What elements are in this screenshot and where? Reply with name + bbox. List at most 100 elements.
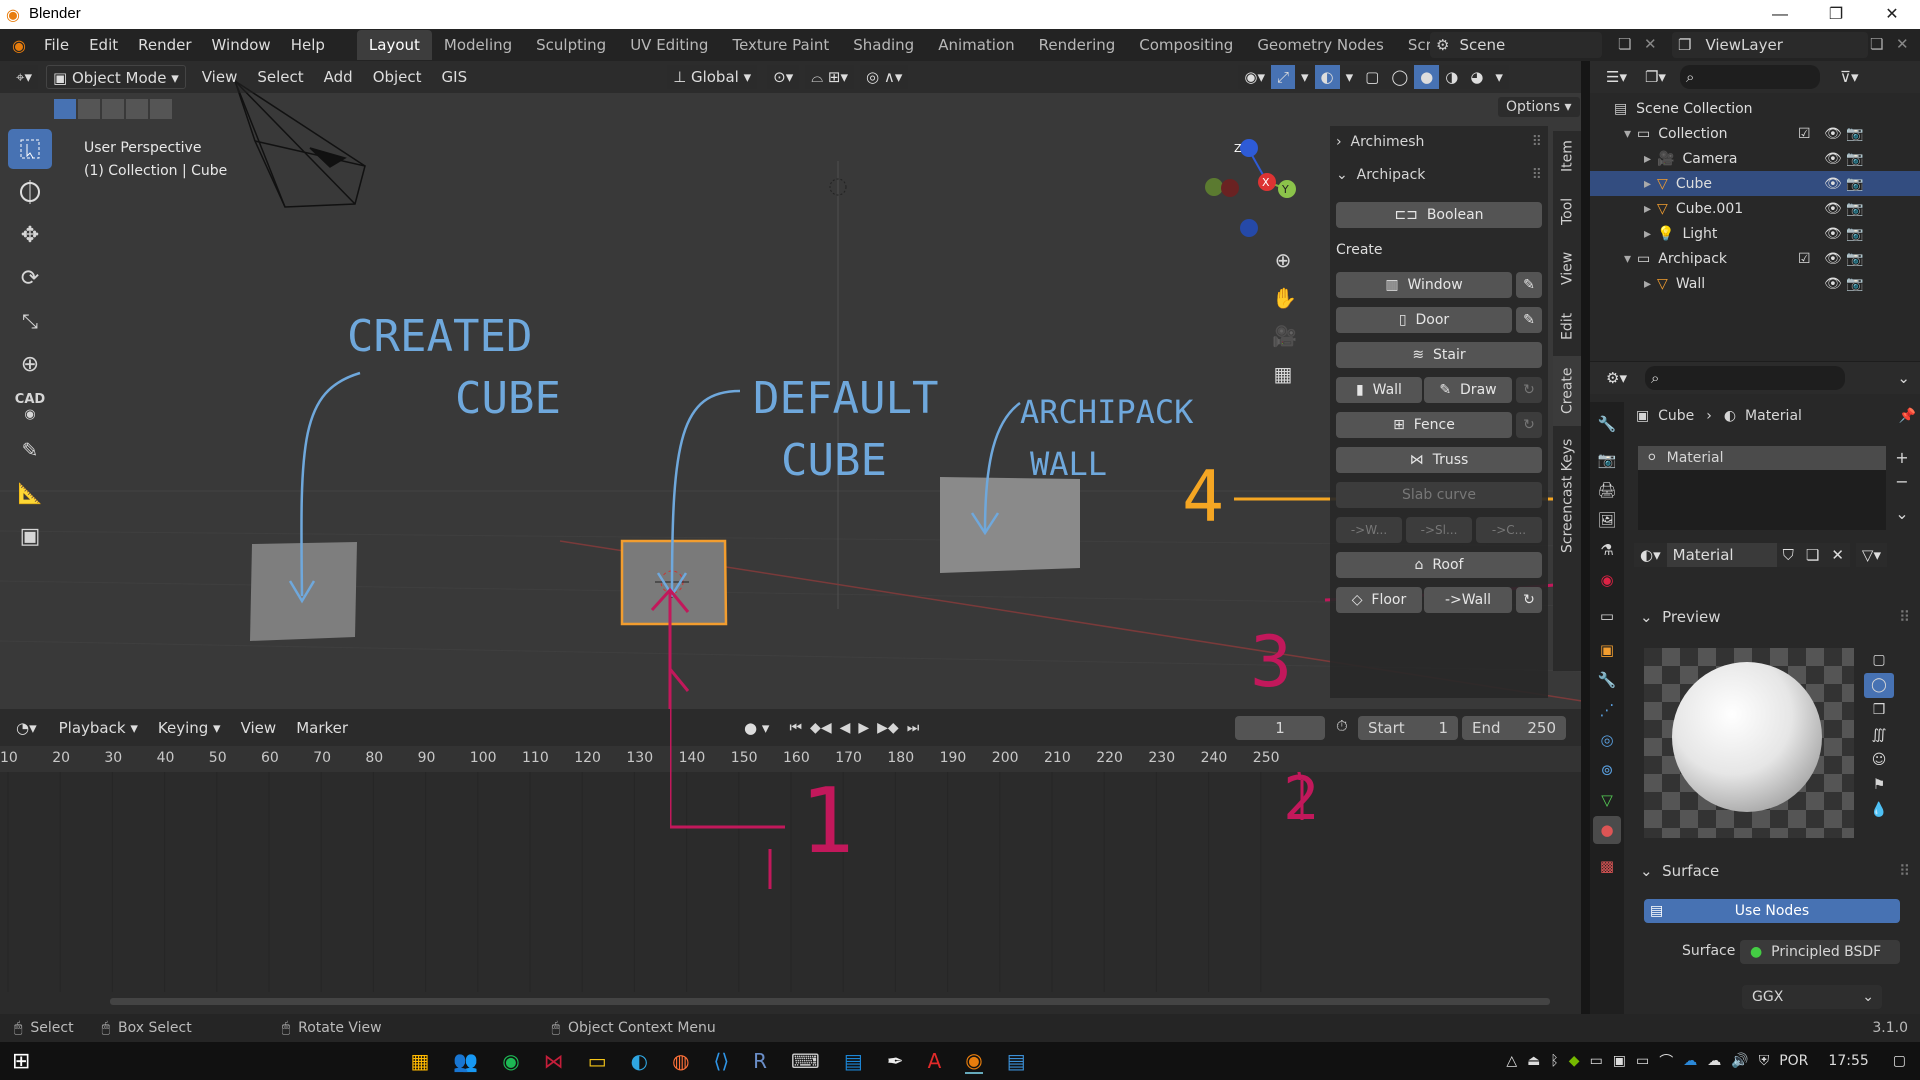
expand-toggle-icon[interactable]: ▸ — [1644, 176, 1651, 192]
outliner-row-cube[interactable]: ▸ ▽ Cube 👁 📷 — [1590, 171, 1920, 196]
material-name-field[interactable]: Material — [1666, 543, 1777, 567]
tab-rendering[interactable]: Rendering — [1027, 30, 1128, 60]
timeline-menu-playback[interactable]: Playback ▾ — [49, 712, 148, 744]
scale-tool-icon[interactable]: ⤡ — [8, 301, 52, 341]
viewport-menu-gis[interactable]: GIS — [432, 61, 478, 93]
teams-app-icon[interactable]: 👥 — [453, 1049, 478, 1073]
constraints-tab-icon[interactable]: ⊚ — [1593, 756, 1621, 784]
wireframe-shading-icon[interactable]: ◯ — [1385, 65, 1415, 89]
expand-toggle-icon[interactable]: ▸ — [1644, 151, 1651, 167]
texture-tab-icon[interactable]: ▩ — [1593, 852, 1621, 880]
exclude-checkbox-icon[interactable]: ☑ — [1798, 126, 1811, 142]
viewlayer-selector[interactable]: ❐ ViewLayer — [1672, 32, 1868, 58]
rotate-tool-icon[interactable]: ⟳ — [8, 258, 52, 298]
menu-help[interactable]: Help — [281, 29, 335, 61]
slot-specials-icon[interactable]: ⌄ — [1892, 502, 1912, 526]
tab-screencast-keys[interactable]: Screencast Keys — [1553, 431, 1582, 561]
usb-tray-icon[interactable]: ⏏ — [1527, 1053, 1540, 1069]
minimize-button[interactable]: — — [1752, 0, 1808, 29]
outliner-row-wall[interactable]: ▸ ▽ Wall 👁 📷 — [1590, 271, 1920, 296]
roof-button[interactable]: ⌂ Roof — [1336, 552, 1542, 578]
store-app-icon[interactable]: ▦ — [410, 1049, 429, 1073]
rendered-shading-icon[interactable]: ◕ — [1464, 65, 1490, 89]
render-visibility-icon[interactable]: 📷 — [1846, 276, 1863, 292]
use-nodes-button[interactable]: ▤ Use Nodes — [1644, 899, 1900, 923]
outliner[interactable]: ☰▾ ❐▾ ⌕ ⊽▾ ▤ Scene Collection ▾ ▭ Collect… — [1590, 61, 1920, 361]
archimesh-section-header[interactable]: › Archimesh ⠿ — [1336, 130, 1542, 154]
cad-tool-icon[interactable]: CAD ◉ — [8, 387, 52, 427]
visibility-eye-icon[interactable]: 👁 — [1824, 251, 1842, 267]
gizmo-dropdown-icon[interactable]: ▾ — [1295, 65, 1315, 89]
pin-icon[interactable]: 📌 — [1899, 408, 1916, 424]
tab-sculpting[interactable]: Sculpting — [524, 30, 618, 60]
viewport-menu-select[interactable]: Select — [247, 61, 313, 93]
move-tool-icon[interactable]: ✥ — [8, 215, 52, 255]
preview-flat-icon[interactable]: ▢ — [1864, 648, 1894, 673]
door-edit-icon[interactable]: ✎ — [1516, 307, 1542, 333]
render-visibility-icon[interactable]: 📷 — [1846, 226, 1863, 242]
menu-window[interactable]: Window — [202, 29, 281, 61]
world-tab-icon[interactable]: ◉ — [1593, 566, 1621, 594]
jump-end-icon[interactable]: ⏭ — [907, 720, 920, 736]
blender-app-icon[interactable]: ◉ — [965, 1048, 983, 1074]
clock[interactable]: 17:55 — [1828, 1053, 1868, 1069]
cursor-tool-icon[interactable] — [8, 172, 52, 212]
annotate-tool-icon[interactable]: ✎ — [8, 430, 52, 470]
to-wall-button[interactable]: ->W... — [1336, 517, 1402, 543]
outliner-editor-type-icon[interactable]: ☰▾ — [1600, 65, 1633, 89]
select-subtract-icon[interactable] — [102, 99, 124, 119]
remove-slot-icon[interactable]: − — [1892, 470, 1912, 494]
outliner-row-cube-001[interactable]: ▸ ▽ Cube.001 👁 📷 — [1590, 196, 1920, 221]
menu-edit[interactable]: Edit — [79, 29, 128, 61]
onedrive-tray-icon[interactable]: ☁ — [1683, 1053, 1697, 1069]
wifi-tray-icon[interactable]: ⌒ — [1659, 1051, 1673, 1071]
visibility-eye-icon[interactable]: 👁 — [1824, 151, 1842, 167]
tab-item[interactable]: Item — [1553, 131, 1582, 181]
defender-tray-icon[interactable]: ⛨ — [1759, 1053, 1770, 1069]
snap-icon[interactable]: ⌓ ⊞▾ — [805, 65, 854, 89]
new-scene-icon[interactable]: ❏ — [1618, 35, 1631, 53]
modifier-tab-icon[interactable]: 🔧 — [1593, 666, 1621, 694]
select-box-tool-icon[interactable] — [8, 129, 52, 169]
tab-layout[interactable]: Layout — [356, 30, 432, 60]
acrobat-app-icon[interactable]: A — [928, 1049, 942, 1073]
material-slot-list[interactable]: ⚪ Material — [1638, 446, 1886, 530]
language-indicator[interactable]: POR — [1779, 1053, 1808, 1069]
particles-tab-icon[interactable]: ⋰ — [1593, 696, 1621, 724]
boolean-button[interactable]: ⊏⊐ Boolean — [1336, 202, 1542, 228]
render-visibility-icon[interactable]: 📷 — [1846, 201, 1863, 217]
cloud-tray-icon[interactable]: ☁ — [1707, 1053, 1721, 1069]
preview-sphere-icon[interactable]: ◯ — [1864, 673, 1894, 698]
properties-search-icon[interactable]: ⌕ — [1644, 366, 1845, 390]
measure-tool-icon[interactable]: 📐 — [8, 473, 52, 513]
expand-toggle-icon[interactable]: ▸ — [1644, 201, 1651, 217]
options-dropdown[interactable]: Options ▾ — [1498, 97, 1580, 117]
visibility-eye-icon[interactable]: 👁 — [1824, 201, 1842, 217]
new-viewlayer-icon[interactable]: ❏ — [1870, 35, 1883, 53]
outliner-row-archipack[interactable]: ▾ ▭ Archipack ☑ 👁 📷 — [1590, 246, 1920, 271]
preview-fluid-icon[interactable]: 💧 — [1864, 798, 1894, 823]
start-frame-field[interactable]: Start 1 — [1358, 716, 1458, 740]
to-curve-button[interactable]: ->C... — [1476, 517, 1542, 543]
viewport-menu-add[interactable]: Add — [314, 61, 363, 93]
archipack-section-header[interactable]: ⌄ Archipack ⠿ — [1336, 163, 1542, 187]
surface-panel-header[interactable]: ⌄ Surface ⠿ — [1640, 862, 1910, 880]
duplicate-material-icon[interactable]: ❏ — [1799, 543, 1826, 567]
add-slot-icon[interactable]: + — [1892, 446, 1912, 470]
outliner-scene-collection[interactable]: ▤ Scene Collection — [1590, 96, 1920, 121]
window-button[interactable]: ▥ Window — [1336, 272, 1512, 298]
viewport-menu-object[interactable]: Object — [363, 61, 432, 93]
timeline-menu-keying[interactable]: Keying ▾ — [148, 712, 231, 744]
shading-dropdown-icon[interactable]: ▾ — [1489, 65, 1509, 89]
expand-toggle-icon[interactable]: ▸ — [1644, 226, 1651, 242]
visibility-eye-icon[interactable]: 👁 — [1824, 276, 1842, 292]
vscode-app-icon[interactable]: ⟨⟩ — [714, 1049, 730, 1073]
fence-refresh-icon[interactable]: ↻ — [1516, 412, 1542, 438]
menu-render[interactable]: Render — [128, 29, 201, 61]
collection-tab-icon[interactable]: ▭ — [1593, 602, 1621, 630]
tab-modeling[interactable]: Modeling — [432, 30, 524, 60]
display-mode-icon[interactable]: ❐▾ — [1638, 65, 1672, 89]
notepad-app-icon[interactable]: ▤ — [1007, 1049, 1026, 1073]
tab-uv-editing[interactable]: UV Editing — [618, 30, 720, 60]
material-slot-row[interactable]: ⚪ Material — [1638, 446, 1886, 470]
